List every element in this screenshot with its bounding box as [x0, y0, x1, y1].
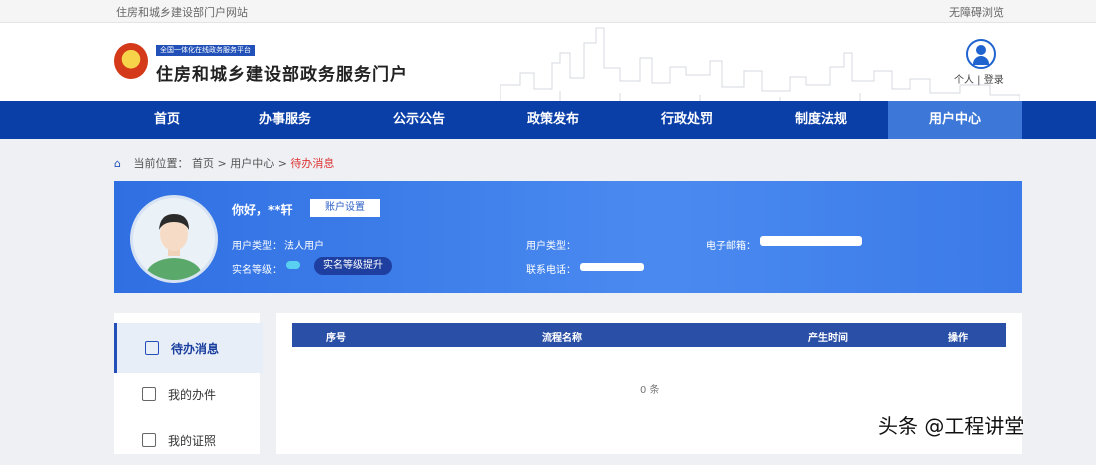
- verify-level-label: 实名等级：: [232, 265, 282, 276]
- account-settings-button[interactable]: 账户设置: [310, 199, 380, 217]
- nav-item-services[interactable]: 办事服务: [230, 101, 340, 139]
- breadcrumb-current: 待办消息: [290, 157, 335, 170]
- portal-link[interactable]: 住房和城乡建设部门户网站: [116, 4, 248, 20]
- user-type-value: 法人用户: [284, 241, 324, 252]
- phone-label: 联系电话：: [526, 265, 576, 276]
- table-header: 序号 流程名称 产生时间 操作: [292, 323, 1006, 347]
- breadcrumb-prefix: 当前位置：: [133, 157, 189, 170]
- home-icon: ⌂: [114, 157, 121, 170]
- nav-item-user-center[interactable]: 用户中心: [888, 101, 1022, 139]
- message-icon: [145, 341, 159, 355]
- skyline-decoration: [500, 27, 1020, 101]
- national-emblem-icon: [114, 43, 148, 79]
- sidebar-item-label: 待办消息: [171, 342, 220, 356]
- nav-item-penalty[interactable]: 行政处罚: [632, 101, 742, 139]
- column-header-index: 序号: [326, 333, 346, 344]
- email-label: 电子邮箱：: [706, 241, 756, 252]
- profile-panel: 你好，**轩 账户设置 用户类型： 法人用户 用户类型： 电子邮箱： 实名等级：…: [114, 181, 1022, 293]
- sidebar-item-pending[interactable]: 待办消息: [114, 323, 263, 373]
- phone-redacted: [580, 263, 644, 271]
- cloud-icon: [286, 261, 300, 269]
- watermark: 头条 @工程讲堂: [878, 414, 1025, 438]
- id-card-icon: [142, 433, 156, 447]
- sidebar-item-label: 我的办件: [168, 388, 217, 402]
- breadcrumb-path[interactable]: 首页 > 用户中心 >: [192, 157, 290, 170]
- person-avatar-icon: [146, 214, 202, 280]
- column-header-action: 操作: [948, 333, 968, 344]
- empty-state-text: 0 条: [640, 385, 660, 396]
- site-title[interactable]: 住房和城乡建设部政务服务门户: [156, 60, 408, 85]
- nav-item-home[interactable]: 首页: [112, 101, 222, 139]
- document-icon: [142, 387, 156, 401]
- column-header-time: 产生时间: [808, 333, 848, 344]
- site-header: 全国一体化在线政务服务平台 住房和城乡建设部政务服务门户 个人 | 登录: [0, 23, 1096, 101]
- nav-item-policy[interactable]: 政策发布: [498, 101, 608, 139]
- main-nav: 首页 办事服务 公示公告 政策发布 行政处罚 制度法规 用户中心: [0, 101, 1096, 139]
- login-links[interactable]: 个人 | 登录: [954, 71, 1004, 86]
- greeting: 你好，**轩: [232, 203, 293, 217]
- user-avatar-icon[interactable]: [966, 39, 996, 69]
- sidebar-item-my-licenses[interactable]: 我的证照: [114, 415, 260, 465]
- sidebar: 待办消息 我的办件 我的证照: [114, 313, 263, 454]
- column-header-process: 流程名称: [542, 333, 582, 344]
- email-redacted: [760, 236, 862, 246]
- sidebar-item-my-cases[interactable]: 我的办件: [114, 369, 260, 419]
- platform-tag: 全国一体化在线政务服务平台: [156, 45, 255, 56]
- verify-upgrade-button[interactable]: 实名等级提升: [314, 257, 392, 275]
- user-name-label: 用户类型：: [526, 241, 576, 252]
- nav-item-announcements[interactable]: 公示公告: [364, 101, 474, 139]
- avatar: [130, 195, 218, 283]
- breadcrumb: ⌂ 当前位置： 首页 > 用户中心 > 待办消息: [114, 155, 334, 171]
- sidebar-item-label: 我的证照: [168, 434, 217, 448]
- top-utility-bar: 住房和城乡建设部门户网站 无障碍浏览: [0, 0, 1096, 23]
- accessibility-link[interactable]: 无障碍浏览: [949, 4, 1004, 20]
- user-type-label: 用户类型：: [232, 241, 282, 252]
- nav-item-regulations[interactable]: 制度法规: [766, 101, 876, 139]
